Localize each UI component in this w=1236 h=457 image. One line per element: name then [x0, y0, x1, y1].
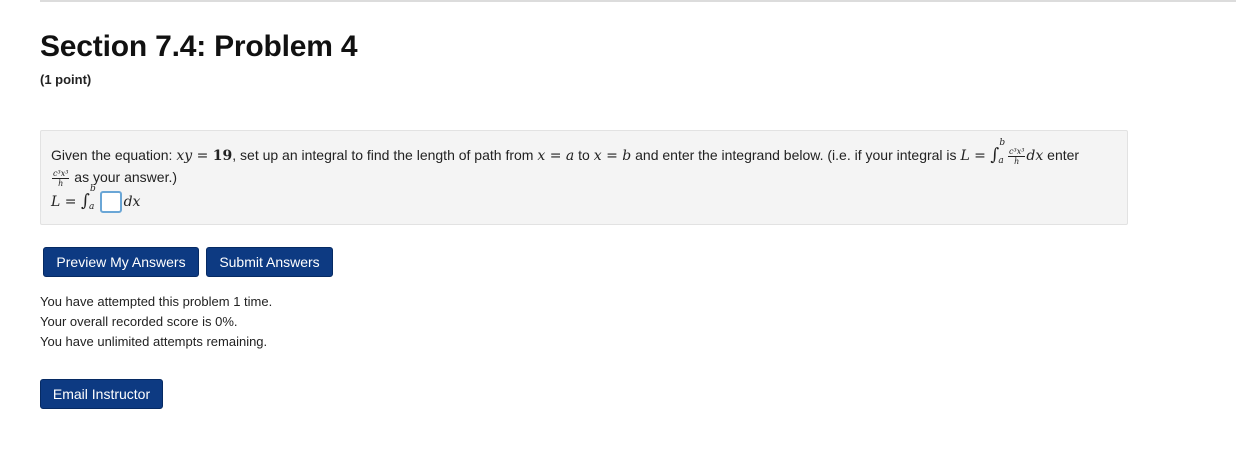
answer-line: L = ∫ b a dx	[51, 184, 141, 214]
integrand-answer-input[interactable]	[99, 191, 122, 214]
fraction-denominator: h	[1014, 156, 1020, 166]
preview-answers-button[interactable]: Preview My Answers	[43, 247, 199, 277]
fraction: c³x³ h	[52, 169, 70, 188]
math-equals: =	[969, 148, 991, 164]
fraction-numerator: c³x³	[52, 169, 70, 179]
integral-sign: ∫ b a	[990, 138, 1006, 166]
math-x: x	[593, 148, 602, 164]
math-b: b	[622, 148, 632, 164]
score-status: Your overall recorded score is 0%.	[40, 314, 238, 329]
problem-text-line-2: c³x³ h as your answer.)	[51, 169, 177, 188]
math-dx: dx	[123, 194, 141, 210]
math-equals: =	[545, 148, 566, 164]
integral-lower-limit: a	[998, 156, 1004, 166]
math-equals: =	[60, 194, 81, 210]
math-equals: =	[192, 148, 213, 164]
integral-upper-limit: b	[89, 184, 96, 194]
problem-text-as-answer: as your answer.)	[70, 169, 178, 186]
problem-text-enter: enter	[1043, 147, 1080, 163]
email-instructor-button[interactable]: Email Instructor	[40, 379, 163, 409]
integral-upper-limit: b	[999, 138, 1006, 148]
problem-text: , set up an integral to find the length …	[232, 147, 538, 163]
problem-text-line-1: Given the equation: xy = 19, set up an i…	[51, 138, 1080, 166]
problem-statement-box: Given the equation: xy = 19, set up an i…	[40, 130, 1128, 225]
problem-intro-text: Given the equation:	[51, 147, 177, 163]
math-dx: dx	[1026, 148, 1044, 164]
fraction: c³x³ h	[1008, 146, 1026, 166]
math-a: a	[565, 148, 575, 164]
problem-title: Section 7.4: Problem 4	[40, 30, 358, 63]
math-equals: =	[601, 148, 623, 164]
math-L: L	[960, 148, 970, 164]
remaining-attempts-status: You have unlimited attempts remaining.	[40, 334, 268, 349]
attempts-status: You have attempted this problem 1 time.	[40, 294, 273, 309]
fraction-denominator: h	[58, 179, 64, 188]
integral-sign: ∫ b a	[80, 184, 96, 212]
points-label: (1 point)	[40, 72, 92, 87]
fraction-numerator: c³x³	[1008, 146, 1026, 157]
math-xy: xy	[176, 148, 193, 164]
submit-answers-button[interactable]: Submit Answers	[206, 247, 333, 277]
problem-text: and enter the integrand below. (i.e. if …	[631, 147, 961, 163]
top-divider	[40, 0, 1236, 2]
math-L: L	[51, 194, 61, 210]
problem-text-to: to	[574, 147, 594, 163]
integral-lower-limit: a	[88, 202, 95, 212]
math-19: 19	[212, 148, 233, 164]
